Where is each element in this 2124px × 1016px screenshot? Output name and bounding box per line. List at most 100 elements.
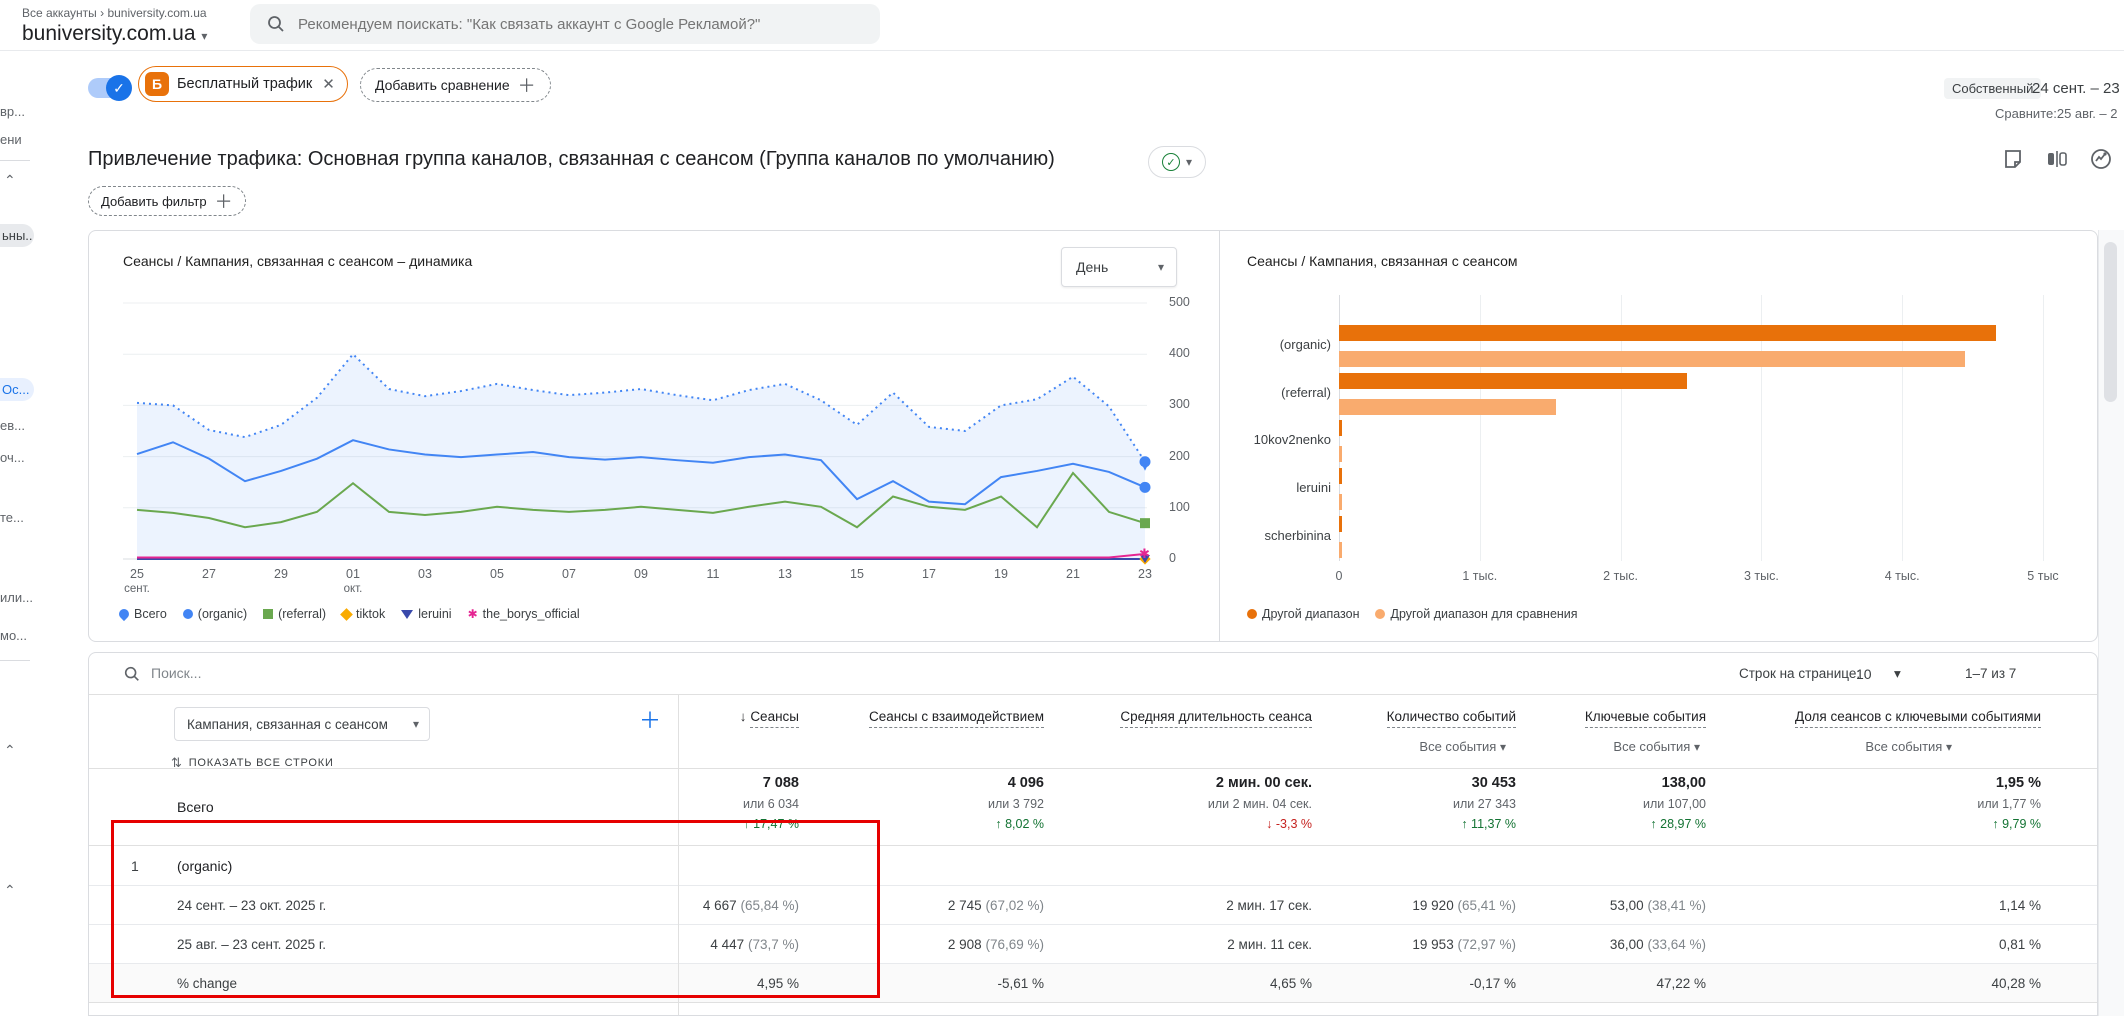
close-icon[interactable]: ✕: [322, 75, 335, 93]
comparison-toggle[interactable]: ✓: [88, 75, 132, 101]
sidebar-item-selected[interactable]: ьны...: [0, 224, 34, 247]
bar-gridline: [2043, 295, 2044, 561]
chip-badge: Б: [145, 72, 169, 96]
x-tick-label: 29: [274, 567, 288, 581]
granularity-value: День: [1076, 259, 1109, 275]
granularity-select[interactable]: День ▾: [1061, 247, 1177, 287]
property-selector[interactable]: buniversity.com.ua ▾: [22, 22, 207, 46]
date-type-badge: Собственный: [1944, 78, 2042, 99]
legend-item: tiktok: [340, 607, 385, 621]
sidebar-item[interactable]: оч...: [0, 450, 34, 465]
bar-current: [1339, 325, 1997, 341]
totals-cell: 1,95 % или 1,77 % ↑ 9,79 %: [1977, 775, 2041, 831]
table-row[interactable]: 2 (referral): [89, 1002, 2097, 1015]
add-filter-label: Добавить фильтр: [101, 193, 207, 209]
y-tick-label: 500: [1169, 295, 1190, 309]
x-tick-label: 03: [418, 567, 432, 581]
column-header-event-count[interactable]: Количество событий: [1386, 709, 1516, 728]
sidebar-item[interactable]: мо...: [0, 628, 34, 643]
rows-per-page-value[interactable]: 10: [1856, 666, 1872, 682]
x-tick-label: 5 тыс: [2027, 569, 2059, 583]
chevron-down-icon: ▾: [1693, 740, 1700, 754]
insights-icon[interactable]: [2088, 146, 2114, 172]
line-chart-title: Сеансы / Кампания, связанная с сеансом –…: [123, 253, 473, 269]
bar-comparison: [1339, 446, 1342, 463]
sidebar-item[interactable]: ени: [0, 132, 34, 147]
collapse-chevron-icon[interactable]: ⌃: [4, 742, 30, 759]
x-tick-label: 23: [1138, 567, 1152, 581]
column-header-sessions[interactable]: ↓ Сеансы: [740, 709, 799, 728]
sidebar-divider: [0, 660, 30, 661]
chevron-down-icon: ▾: [1157, 260, 1164, 274]
y-tick-label: 300: [1169, 397, 1190, 412]
chevron-down-icon: ▾: [1945, 740, 1952, 754]
scrollbar-thumb[interactable]: [2104, 242, 2117, 402]
legend-item: (referral): [263, 607, 326, 621]
pagination-range: 1–7 из 7: [1965, 666, 2017, 681]
event-filter-select[interactable]: Все события ▾: [1419, 739, 1506, 754]
circle-marker-icon: [1247, 609, 1257, 619]
event-filter-select[interactable]: Все события ▾: [1613, 739, 1700, 754]
global-search-input[interactable]: [298, 15, 864, 33]
plus-icon: ＋: [517, 76, 536, 96]
collapse-chevron-icon[interactable]: ⌃: [4, 882, 30, 899]
x-tick-label: 19: [994, 567, 1008, 581]
sidebar-item[interactable]: или...: [0, 590, 34, 605]
bar-chart-legend: Другой диапазон Другой диапазон для сравн…: [1247, 607, 1578, 621]
comparison-chip[interactable]: Б Бесплатный трафик ✕: [138, 66, 348, 102]
breadcrumb-property[interactable]: buniversity.com.ua: [107, 6, 206, 20]
chevron-down-icon: ▾: [412, 717, 419, 731]
x-tick-label: 01 окт.: [343, 567, 363, 595]
collapse-chevron-icon[interactable]: ⌃: [4, 172, 30, 189]
bar-category-label: (organic): [1279, 337, 1331, 352]
bar-comparison: [1339, 541, 1342, 558]
bar-category-label: scherbinina: [1264, 527, 1332, 543]
header-divider: [0, 50, 2124, 51]
event-filter-select[interactable]: Все события ▾: [1865, 739, 1952, 754]
sidebar-item[interactable]: вр...: [0, 104, 34, 119]
table-search[interactable]: Поиск... Строк на странице: 10 ▾ 1–7 из …: [89, 653, 2097, 695]
triangle-down-marker-icon: [401, 609, 414, 619]
sidebar-item-active[interactable]: Ос...: [0, 378, 34, 401]
add-comparison-button[interactable]: Добавить сравнение ＋: [360, 68, 551, 102]
breadcrumb[interactable]: Все аккаунты › buniversity.com.ua: [22, 6, 207, 20]
chevron-down-icon: ▾: [201, 29, 208, 43]
dimension-select[interactable]: Кампания, связанная с сеансом ▾: [174, 707, 430, 741]
bar-category-label: (referral): [1281, 384, 1331, 400]
sidebar-item[interactable]: те...: [0, 510, 34, 525]
bar-chart-title: Сеансы / Кампания, связанная с сеансом: [1247, 253, 1518, 269]
column-header-key-events[interactable]: Ключевые события: [1584, 709, 1706, 728]
x-tick-label: 3 тыс.: [1743, 569, 1779, 583]
column-header-avg-duration[interactable]: Средняя длительность сеанса: [1120, 709, 1312, 728]
column-header-key-event-rate[interactable]: Доля сеансов с ключевыми событиями: [1795, 709, 2041, 728]
add-comparison-label: Добавить сравнение: [375, 77, 510, 93]
table-search-placeholder[interactable]: Поиск...: [151, 665, 201, 681]
sidebar-item[interactable]: ев...: [0, 418, 34, 433]
report-status-control[interactable]: ✓ ▾: [1148, 146, 1206, 178]
x-tick-label: 15: [850, 567, 864, 581]
charts-card: Сеансы / Кампания, связанная с сеансом –…: [88, 230, 2098, 642]
column-header-engaged-sessions[interactable]: Сеансы с взаимодействием: [868, 709, 1044, 728]
breadcrumb-root[interactable]: Все аккаунты: [22, 6, 97, 20]
chevron-down-icon[interactable]: ▾: [1894, 666, 1901, 682]
date-range-picker[interactable]: 24 сент. – 23: [2032, 80, 2120, 97]
global-search[interactable]: [250, 4, 880, 44]
y-tick-label: 200: [1169, 448, 1190, 463]
x-tick-label: 07: [562, 567, 576, 581]
table-header: Кампания, связанная с сеансом ▾ ＋ ⇅ ПОКА…: [89, 695, 2097, 770]
legend-item: (organic): [182, 607, 247, 621]
chevron-down-icon: ▾: [1185, 155, 1193, 169]
notes-icon[interactable]: [2000, 146, 2026, 172]
x-tick-label: 27: [202, 567, 216, 581]
annotation-red-box: [111, 820, 880, 998]
legend-item: leruini: [401, 607, 452, 621]
add-filter-button[interactable]: Добавить фильтр ＋: [88, 186, 246, 216]
x-tick-label: 13: [778, 567, 792, 581]
add-column-button[interactable]: ＋: [639, 703, 661, 735]
x-tick-label: 4 тыс.: [1884, 569, 1920, 583]
bar-comparison: [1339, 398, 1556, 415]
comparison-mode-icon[interactable]: [2044, 146, 2070, 172]
dimension-value: Кампания, связанная с сеансом: [187, 716, 388, 732]
search-icon: [268, 16, 284, 32]
bar-current: [1339, 372, 1687, 389]
